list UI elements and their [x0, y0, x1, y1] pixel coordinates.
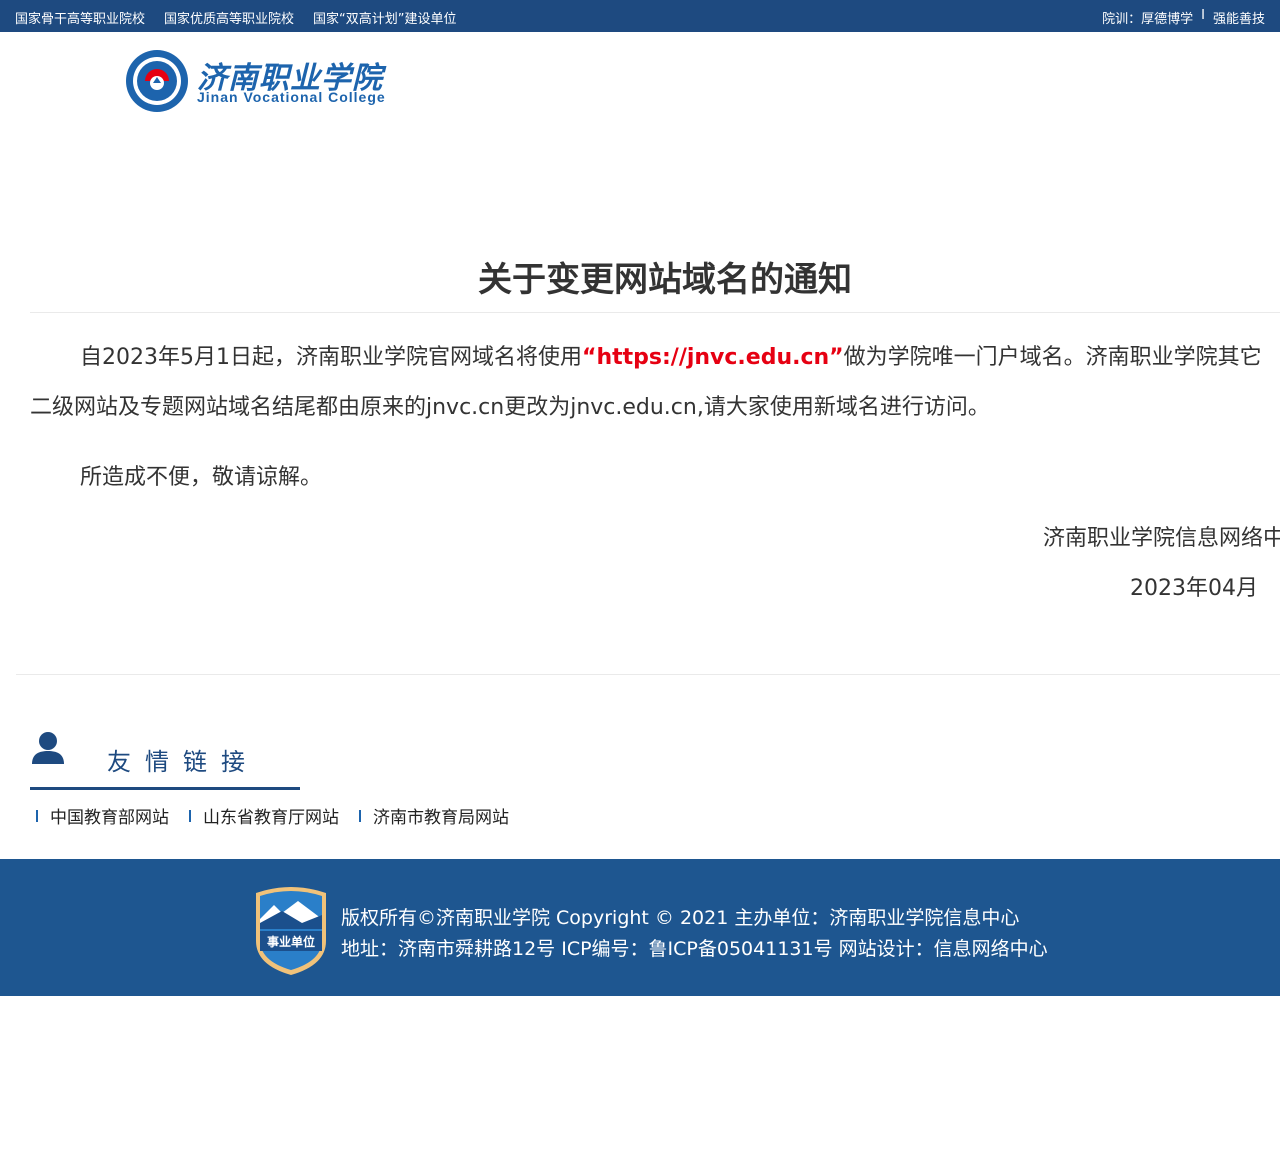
- college-name-en: Jinan Vocational College: [197, 89, 386, 105]
- signature-organization: 济南职业学院信息网络中心: [1042, 526, 1280, 551]
- person-icon: [32, 732, 64, 764]
- link-label: 济南市教育局网站: [373, 808, 509, 828]
- top-bar-honors: 国家骨干高等职业院校 国家优质高等职业院校 国家“双高计划”建设单位: [15, 8, 476, 27]
- footer-copyright: 版权所有©济南职业学院 Copyright © 2021 主办单位：济南职业学院…: [341, 907, 1020, 929]
- top-bar: 国家骨干高等职业院校 国家优质高等职业院校 国家“双高计划”建设单位 院训：厚德…: [0, 0, 1280, 32]
- motto-label: 院训：厚德博学: [1102, 12, 1194, 27]
- link-shandong-edu[interactable]: 山东省教育厅网站: [189, 803, 339, 828]
- new-domain-highlight: “https://jnvc.edu.cn”: [581, 345, 844, 370]
- article-paragraph-1: 自2023年5月1日起，济南职业学院官网域名将使用“https://jnvc.e…: [30, 333, 1280, 433]
- badge-label: 事业单位: [267, 934, 315, 949]
- link-moe[interactable]: 中国教育部网站: [36, 803, 169, 828]
- article-title: 关于变更网站域名的通知: [478, 260, 852, 300]
- friendly-links-list: 中国教育部网站 山东省教育厅网站 济南市教育局网站: [36, 803, 529, 828]
- link-jinan-edu[interactable]: 济南市教育局网站: [359, 803, 509, 828]
- link-label: 山东省教育厅网站: [203, 808, 339, 828]
- link-label: 中国教育部网站: [50, 808, 169, 828]
- article-body: 自2023年5月1日起，济南职业学院官网域名将使用“https://jnvc.e…: [30, 333, 1280, 503]
- honor-item-2: 国家优质高等职业院校: [164, 12, 295, 27]
- link-marker: [359, 809, 361, 822]
- footer-address: 地址：济南市舜耕路12号 ICP编号：鲁ICP备05041131号 网站设计：信…: [341, 938, 1048, 960]
- article-paragraph-2: 所造成不便，敬请谅解。: [80, 465, 323, 490]
- honor-item-3: 国家“双高计划”建设单位: [313, 12, 457, 27]
- motto-separator: I: [1201, 8, 1205, 23]
- top-bar-motto: 院训：厚德博学 I 强能善技: [1102, 8, 1265, 27]
- friendly-links-heading: 友情链接: [107, 748, 259, 776]
- signature-date: 2023年04月: [1130, 576, 1258, 601]
- honor-item-1: 国家骨干高等职业院校: [15, 12, 146, 27]
- college-logo[interactable]: 济南职业学院 Jinan Vocational College: [125, 49, 405, 113]
- link-marker: [36, 809, 38, 822]
- content-divider: [16, 674, 1280, 675]
- title-divider: [30, 312, 1280, 313]
- motto-value: 强能善技: [1212, 12, 1265, 27]
- friendly-links-header: 友情链接: [30, 728, 300, 790]
- college-emblem-icon: [126, 50, 188, 112]
- public-institution-badge-icon[interactable]: 事业单位: [252, 885, 330, 977]
- paragraph-1-text-a: 自2023年5月1日起，济南职业学院官网域名将使用: [80, 345, 582, 370]
- site-footer: 事业单位 版权所有©济南职业学院 Copyright © 2021 主办单位：济…: [0, 859, 1280, 996]
- link-marker: [189, 809, 191, 822]
- heading-underline: [30, 787, 300, 790]
